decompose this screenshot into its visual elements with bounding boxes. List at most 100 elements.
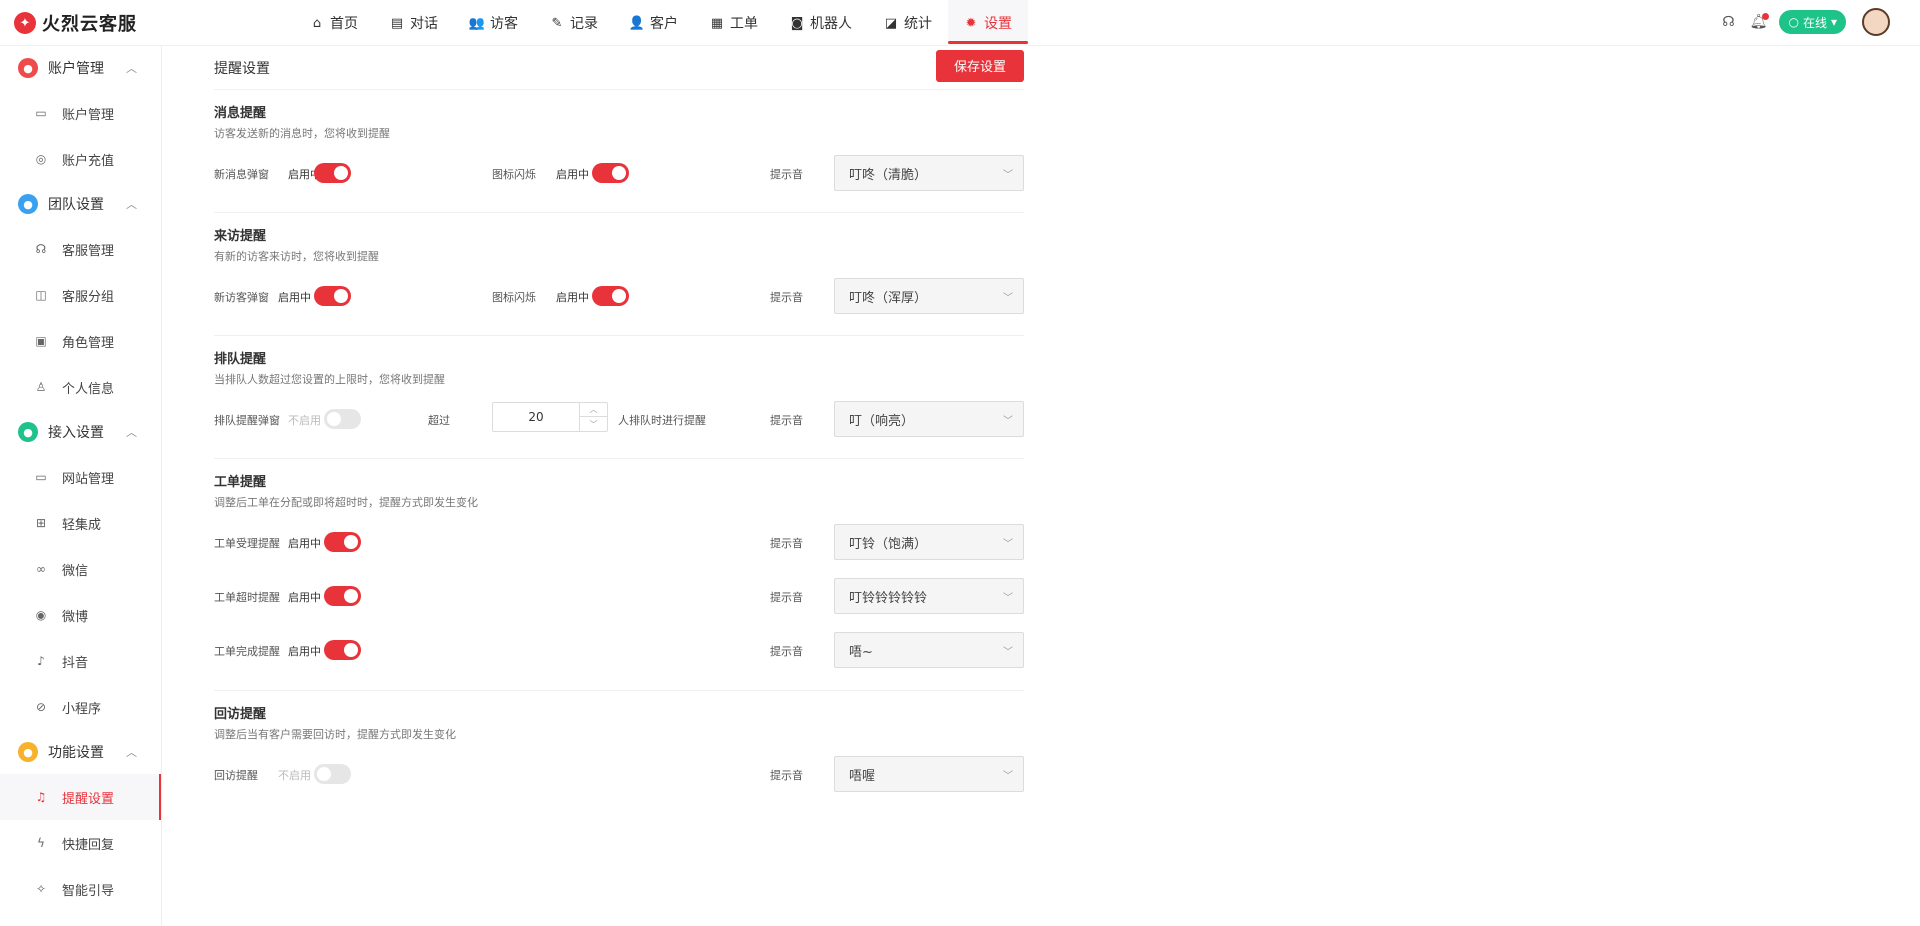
ticket-timeout-toggle[interactable]	[324, 586, 361, 606]
logo[interactable]: ✦ 火烈云客服	[14, 10, 137, 36]
headset-icon: ☊	[35, 242, 47, 256]
record-icon: ✎	[551, 15, 563, 31]
notification-dot	[1762, 13, 1770, 20]
queue-suffix-label: 人排队时进行提醒	[618, 414, 706, 427]
sound-select[interactable]: 叮咚（清脆） ﹀	[834, 155, 1024, 191]
nav-home[interactable]: ⌂ 首页	[294, 0, 374, 46]
nav-ticket[interactable]: ▦ 工单	[694, 0, 774, 46]
section-desc: 当排队人数超过您设置的上限时，您将收到提醒	[214, 373, 445, 386]
revisit-toggle[interactable]	[314, 764, 351, 784]
card-icon: ▭	[35, 106, 47, 120]
sidebar-item-profile[interactable]: ♙ 个人信息	[0, 364, 161, 410]
icon-flash-toggle[interactable]	[592, 286, 629, 306]
ticket-timeout-label: 工单超时提醒	[214, 591, 280, 604]
popup-toggle[interactable]	[314, 163, 351, 183]
stepper-up-icon[interactable]: ︿	[580, 403, 607, 417]
section-queue-reminder: 排队提醒 当排队人数超过您设置的上限时，您将收到提醒 排队提醒弹窗 不启用 超过…	[214, 336, 1024, 459]
popup-toggle[interactable]	[314, 286, 351, 306]
ticket-complete-toggle[interactable]	[324, 640, 361, 660]
sidebar-item-quick-reply[interactable]: ϟ 快捷回复	[0, 820, 161, 866]
sidebar-group-account[interactable]: ● 账户管理 ︿	[0, 46, 161, 90]
bell-icon[interactable]: 🔔︎	[1749, 13, 1770, 31]
chevron-up-icon: ︿	[126, 426, 137, 439]
sidebar-item-role[interactable]: ▣ 角色管理	[0, 318, 161, 364]
sidebar-item-smart-guide[interactable]: ✧ 智能引导	[0, 866, 161, 912]
avatar[interactable]	[1862, 8, 1890, 36]
monitor-icon: ▭	[35, 470, 47, 484]
sound-select[interactable]: 叮铃（饱满） ﹀	[834, 524, 1024, 560]
state-text: 不启用	[288, 414, 321, 427]
caret-down-icon: ▾	[1830, 15, 1837, 29]
share-icon: ●	[18, 422, 38, 442]
person-icon: ♙	[35, 380, 47, 394]
sidebar-group-function[interactable]: ● 功能设置 ︿	[0, 730, 161, 774]
settings-row: 新访客弹窗 启用中 图标闪烁 启用中 提示音 叮咚（浑厚） ﹀	[214, 276, 1024, 316]
section-ticket-reminder: 工单提醒 调整后工单在分配或即将超时时，提醒方式即发生变化 工单受理提醒 启用中…	[214, 459, 1024, 691]
flame-logo-icon: ✦	[14, 12, 36, 34]
chevron-down-icon: ﹀	[1003, 539, 1013, 550]
page-header: 提醒设置 保存设置	[214, 46, 1024, 90]
sidebar-item-reminder[interactable]: ♫ 提醒设置	[0, 774, 161, 820]
coin-icon: ◎	[35, 152, 47, 166]
nav-settings[interactable]: ✹ 设置	[948, 0, 1028, 46]
sound-select[interactable]: 唔~ ﹀	[834, 632, 1024, 668]
ticket-complete-label: 工单完成提醒	[214, 645, 280, 658]
exceed-label: 超过	[428, 414, 450, 427]
main-nav: ⌂ 首页 ▤ 对话 👥 访客 ✎ 记录 👤 客户 ▦ 工单 ◙ 机器人 ◪ 统计 ✹ 设置	[294, 0, 1028, 46]
sound-select[interactable]: 叮咚（浑厚） ﹀	[834, 278, 1024, 314]
chevron-up-icon: ︿	[126, 198, 137, 211]
settings-row: 新消息弹窗 启用中 图标闪烁 启用中 提示音 叮咚（清脆） ﹀	[214, 153, 1024, 193]
sound-label: 提示音	[770, 645, 803, 658]
nav-robot[interactable]: ◙ 机器人	[774, 0, 868, 46]
lightning-icon: ϟ	[37, 836, 45, 850]
sound-select[interactable]: 叮（响亮） ﹀	[834, 401, 1024, 437]
douyin-icon: ♪	[37, 654, 45, 668]
circle-icon: ○	[1788, 15, 1799, 29]
sound-label: 提示音	[770, 769, 803, 782]
stepper-buttons: ︿ ﹀	[579, 403, 607, 431]
sidebar-item-website[interactable]: ▭ 网站管理	[0, 454, 161, 500]
state-text: 启用中	[556, 291, 589, 304]
bell-icon: ♫	[35, 790, 47, 804]
queue-count-value[interactable]: 20	[493, 403, 579, 431]
nav-customer[interactable]: 👤 客户	[614, 0, 694, 46]
sound-label: 提示音	[770, 291, 803, 304]
sidebar-item-light-integration[interactable]: ⊞ 轻集成	[0, 500, 161, 546]
state-text: 启用中	[278, 291, 311, 304]
sidebar-item-agent-group[interactable]: ◫ 客服分组	[0, 272, 161, 318]
sidebar-item-account-manage[interactable]: ▭ 账户管理	[0, 90, 161, 136]
settings-row: 工单超时提醒 启用中 提示音 叮铃铃铃铃铃 ﹀	[214, 576, 1024, 616]
nav-record[interactable]: ✎ 记录	[534, 0, 614, 46]
sidebar-item-recharge[interactable]: ◎ 账户充值	[0, 136, 161, 182]
save-settings-button[interactable]: 保存设置	[936, 49, 1024, 82]
section-title: 消息提醒	[214, 106, 267, 121]
nav-visitor[interactable]: 👥 访客	[454, 0, 534, 46]
sidebar-item-agent-manage[interactable]: ☊ 客服管理	[0, 226, 161, 272]
headset-icon[interactable]: ☊	[1719, 13, 1737, 31]
section-title: 来访提醒	[214, 229, 267, 244]
online-status-button[interactable]: ○ 在线 ▾	[1779, 10, 1846, 34]
nav-stats[interactable]: ◪ 统计	[868, 0, 948, 46]
guide-icon: ✧	[35, 882, 47, 896]
sound-label: 提示音	[770, 414, 803, 427]
sidebar-group-access[interactable]: ● 接入设置 ︿	[0, 410, 161, 454]
grid-icon: ⊞	[35, 516, 47, 530]
sidebar-item-weibo[interactable]: ◉ 微博	[0, 592, 161, 638]
state-text: 启用中	[556, 168, 589, 181]
sidebar-item-wechat[interactable]: ∞ 微信	[0, 546, 161, 592]
chevron-down-icon: ﹀	[1003, 170, 1013, 181]
queue-count-stepper[interactable]: 20 ︿ ﹀	[492, 402, 608, 432]
sound-select[interactable]: 唔喔 ﹀	[834, 756, 1024, 792]
sound-select[interactable]: 叮铃铃铃铃铃 ﹀	[834, 578, 1024, 614]
popup-toggle[interactable]	[324, 409, 361, 429]
nav-chat[interactable]: ▤ 对话	[374, 0, 454, 46]
icon-flash-toggle[interactable]	[592, 163, 629, 183]
settings-icon: ✹	[965, 15, 977, 31]
state-text: 启用中	[288, 537, 321, 550]
sidebar-item-miniprogram[interactable]: ⊘ 小程序	[0, 684, 161, 730]
robot-icon: ◙	[790, 15, 804, 31]
stepper-down-icon[interactable]: ﹀	[580, 417, 607, 431]
ticket-accept-toggle[interactable]	[324, 532, 361, 552]
sidebar-item-douyin[interactable]: ♪ 抖音	[0, 638, 161, 684]
sidebar-group-team[interactable]: ● 团队设置 ︿	[0, 182, 161, 226]
